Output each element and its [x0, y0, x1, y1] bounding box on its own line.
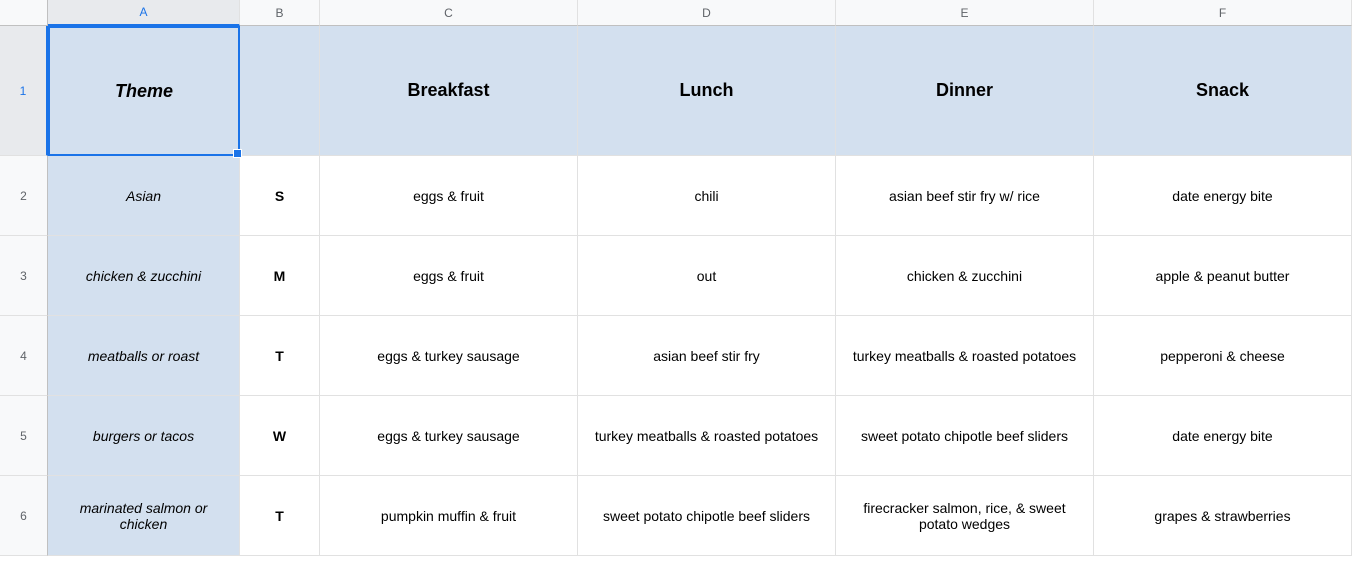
cell-e2[interactable]: asian beef stir fry w/ rice	[836, 156, 1094, 236]
cell-b2[interactable]: S	[240, 156, 320, 236]
row-header-1[interactable]: 1	[0, 26, 48, 156]
cell-a1[interactable]: Theme	[48, 26, 240, 156]
cell-d1[interactable]: Lunch	[578, 26, 836, 156]
cell-b1[interactable]	[240, 26, 320, 156]
row-header-2[interactable]: 2	[0, 156, 48, 236]
cell-e3[interactable]: chicken & zucchini	[836, 236, 1094, 316]
cell-f2[interactable]: date energy bite	[1094, 156, 1352, 236]
row-header-3[interactable]: 3	[0, 236, 48, 316]
cell-d3[interactable]: out	[578, 236, 836, 316]
cell-b6[interactable]: T	[240, 476, 320, 556]
cell-e1[interactable]: Dinner	[836, 26, 1094, 156]
cell-a6[interactable]: marinated salmon or chicken	[48, 476, 240, 556]
cell-a3[interactable]: chicken & zucchini	[48, 236, 240, 316]
cell-c2[interactable]: eggs & fruit	[320, 156, 578, 236]
cell-a2[interactable]: Asian	[48, 156, 240, 236]
col-header-c[interactable]: C	[320, 0, 578, 26]
cell-c4[interactable]: eggs & turkey sausage	[320, 316, 578, 396]
row-header-6[interactable]: 6	[0, 476, 48, 556]
cell-d6[interactable]: sweet potato chipotle beef sliders	[578, 476, 836, 556]
col-header-f[interactable]: F	[1094, 0, 1352, 26]
cell-b5[interactable]: W	[240, 396, 320, 476]
cell-a4[interactable]: meatballs or roast	[48, 316, 240, 396]
cell-c1[interactable]: Breakfast	[320, 26, 578, 156]
corner-cell[interactable]	[0, 0, 48, 26]
cell-c6[interactable]: pumpkin muffin & fruit	[320, 476, 578, 556]
cell-a5[interactable]: burgers or tacos	[48, 396, 240, 476]
cell-f5[interactable]: date energy bite	[1094, 396, 1352, 476]
cell-b3[interactable]: M	[240, 236, 320, 316]
col-header-e[interactable]: E	[836, 0, 1094, 26]
cell-d4[interactable]: asian beef stir fry	[578, 316, 836, 396]
cell-d2[interactable]: chili	[578, 156, 836, 236]
cell-b4[interactable]: T	[240, 316, 320, 396]
spreadsheet: A B C D E F 1 Theme Breakfast Lunch Dinn…	[0, 0, 1365, 556]
cell-c5[interactable]: eggs & turkey sausage	[320, 396, 578, 476]
row-header-4[interactable]: 4	[0, 316, 48, 396]
col-header-a[interactable]: A	[48, 0, 240, 26]
cell-f3[interactable]: apple & peanut butter	[1094, 236, 1352, 316]
row-header-5[interactable]: 5	[0, 396, 48, 476]
cell-e4[interactable]: turkey meatballs & roasted potatoes	[836, 316, 1094, 396]
cell-e5[interactable]: sweet potato chipotle beef sliders	[836, 396, 1094, 476]
cell-f1[interactable]: Snack	[1094, 26, 1352, 156]
cell-c3[interactable]: eggs & fruit	[320, 236, 578, 316]
col-header-d[interactable]: D	[578, 0, 836, 26]
cell-f6[interactable]: grapes & strawberries	[1094, 476, 1352, 556]
cell-e6[interactable]: firecracker salmon, rice, & sweet potato…	[836, 476, 1094, 556]
cell-f4[interactable]: pepperoni & cheese	[1094, 316, 1352, 396]
col-header-b[interactable]: B	[240, 0, 320, 26]
cell-d5[interactable]: turkey meatballs & roasted potatoes	[578, 396, 836, 476]
